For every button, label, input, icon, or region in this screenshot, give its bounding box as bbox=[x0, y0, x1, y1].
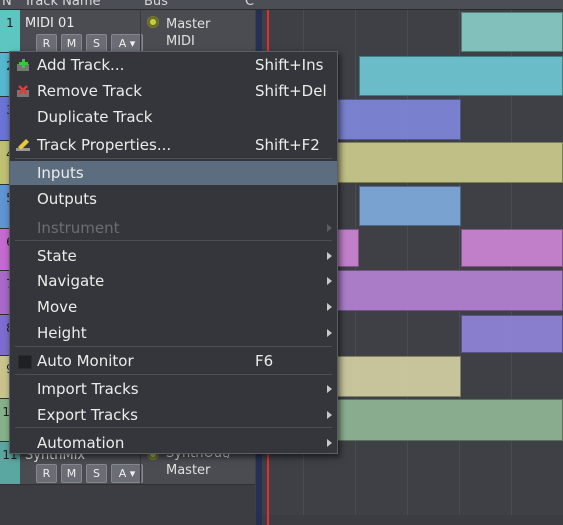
track-list-empty-area bbox=[0, 485, 255, 515]
track-number: 1 bbox=[0, 10, 20, 52]
menu-item-export-tracks[interactable]: Export Tracks bbox=[10, 403, 337, 427]
header-comment[interactable]: C bbox=[245, 0, 254, 9]
submenu-arrow-icon bbox=[327, 439, 332, 447]
midi-bus-icon bbox=[147, 16, 159, 28]
menu-item-height[interactable]: Height bbox=[10, 321, 337, 345]
track-list-header: N Track Name Bus C bbox=[0, 0, 563, 10]
track-row[interactable]: 1 MIDI 01 RMSA ▾ Master MIDI bbox=[0, 10, 255, 53]
submenu-arrow-icon bbox=[327, 411, 332, 419]
header-number[interactable]: N bbox=[2, 0, 12, 9]
mute-button[interactable]: M bbox=[61, 464, 82, 483]
audio-clip[interactable] bbox=[337, 270, 563, 311]
menu-separator bbox=[15, 427, 332, 428]
submenu-arrow-icon bbox=[327, 303, 332, 311]
menu-separator bbox=[15, 374, 332, 375]
menu-item-navigate[interactable]: Navigate bbox=[10, 269, 337, 293]
submenu-arrow-icon bbox=[327, 385, 332, 393]
solo-button[interactable]: S bbox=[86, 464, 107, 483]
midi-clip[interactable] bbox=[337, 142, 563, 183]
menu-item-inputs[interactable]: Inputs bbox=[10, 161, 337, 185]
midi-clip[interactable] bbox=[337, 229, 359, 267]
submenu-arrow-icon bbox=[327, 224, 332, 232]
record-button[interactable]: R bbox=[36, 464, 57, 483]
track-buttons: RMSA ▾ bbox=[36, 462, 147, 483]
menu-item-automation[interactable]: Automation bbox=[10, 431, 337, 455]
track-buttons: RMSA ▾ bbox=[36, 32, 147, 53]
header-track-name[interactable]: Track Name bbox=[24, 0, 101, 9]
add-track-icon bbox=[17, 59, 29, 71]
menu-item-duplicate-track[interactable]: Duplicate Track bbox=[10, 105, 337, 129]
midi-clip[interactable] bbox=[461, 229, 563, 267]
menu-separator bbox=[15, 240, 332, 241]
submenu-arrow-icon bbox=[327, 252, 332, 260]
header-bus[interactable]: Bus bbox=[144, 0, 168, 9]
menu-item-add-track[interactable]: Add Track... Shift+Ins bbox=[10, 53, 337, 77]
midi-clip[interactable] bbox=[337, 99, 461, 140]
midi-clip[interactable] bbox=[461, 12, 563, 52]
properties-pencil-icon bbox=[16, 139, 30, 151]
midi-clip[interactable] bbox=[359, 56, 563, 96]
menu-item-instrument: Instrument bbox=[10, 216, 337, 240]
track-context-menu: Add Track... Shift+Ins Remove Track Shif… bbox=[9, 51, 338, 454]
audio-clip[interactable] bbox=[337, 399, 563, 441]
submenu-arrow-icon bbox=[327, 329, 332, 337]
audio-clip[interactable] bbox=[461, 315, 563, 353]
auto-monitor-checkbox[interactable] bbox=[18, 355, 32, 369]
submenu-arrow-icon bbox=[327, 277, 332, 285]
menu-separator bbox=[15, 158, 332, 159]
remove-track-icon bbox=[17, 85, 29, 97]
automation-button[interactable]: A ▾ bbox=[111, 464, 143, 483]
menu-item-auto-monitor[interactable]: Auto Monitor F6 bbox=[10, 349, 337, 373]
menu-separator bbox=[15, 346, 332, 347]
menu-item-outputs[interactable]: Outputs bbox=[10, 187, 337, 211]
menu-item-state[interactable]: State bbox=[10, 244, 337, 268]
menu-item-import-tracks[interactable]: Import Tracks bbox=[10, 377, 337, 401]
midi-clip[interactable] bbox=[359, 186, 461, 226]
bus-label: Master MIDI bbox=[166, 17, 211, 49]
audio-clip[interactable] bbox=[337, 356, 461, 397]
menu-item-move[interactable]: Move bbox=[10, 295, 337, 319]
track-bus[interactable]: Master MIDI bbox=[140, 10, 243, 52]
menu-item-remove-track[interactable]: Remove Track Shift+Del bbox=[10, 79, 337, 103]
track-name[interactable]: MIDI 01 bbox=[25, 16, 75, 31]
menu-item-track-properties[interactable]: Track Properties... Shift+F2 bbox=[10, 133, 337, 157]
